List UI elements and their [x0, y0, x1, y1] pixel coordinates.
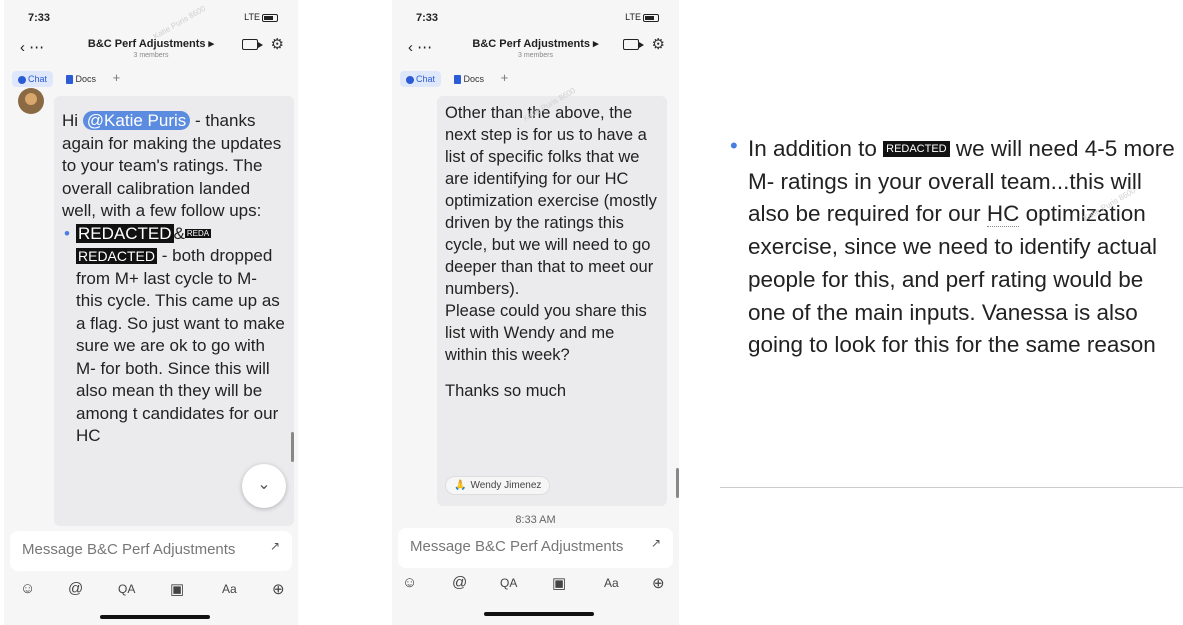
format-icon[interactable]: Aa — [222, 582, 237, 596]
list-item: • REDACTED & REDA REDACTED - both dropped … — [62, 223, 286, 448]
network-label: LTE — [244, 12, 260, 22]
hc-term: HC — [986, 201, 1020, 228]
home-indicator — [484, 612, 594, 616]
image-icon[interactable]: ▣ — [170, 580, 184, 598]
redacted-block: REDA — [184, 228, 212, 238]
add-icon[interactable]: ⊕ — [652, 574, 665, 592]
excerpt-text: In addition to REDACTED we will need 4-5… — [748, 133, 1178, 362]
chevron-down-icon: ⌄ — [257, 476, 271, 493]
docs-icon — [65, 75, 73, 85]
pray-emoji-icon: 🙏 — [454, 480, 467, 491]
network-status: LTE — [625, 12, 659, 22]
battery-icon — [262, 13, 278, 22]
member-count: 3 members — [133, 52, 169, 59]
bullet-text: - both dropped from M+ last cycle to M- … — [76, 246, 285, 445]
video-call-icon[interactable] — [242, 39, 263, 50]
avatar[interactable] — [18, 88, 44, 114]
redacted-block: REDACTED — [76, 223, 174, 243]
tab-chat[interactable]: Chat — [12, 71, 54, 87]
tab-docs[interactable]: Docs — [60, 71, 103, 87]
status-time: 7:33 — [416, 12, 439, 24]
message-timestamp: 8:33 AM — [515, 514, 556, 526]
gear-icon[interactable]: ⚙ — [652, 35, 665, 53]
emoji-icon[interactable]: ☺ — [402, 574, 417, 591]
message-thanks: Thanks so much — [445, 382, 567, 400]
tab-chat-label: Chat — [28, 74, 48, 84]
bullet-icon: • — [730, 133, 738, 158]
ampersand: & — [173, 223, 185, 243]
tab-chat-label: Chat — [416, 74, 436, 84]
scrollbar[interactable] — [291, 432, 294, 462]
composer-toolbar: ☺ @ QA ▣ Aa ⊕ — [392, 574, 679, 604]
message-input[interactable]: Message B&C Perf Adjustments ↗ — [10, 531, 292, 571]
greeting: Hi — [62, 111, 79, 130]
message-body: Other than the above, the next step is f… — [445, 104, 657, 298]
mention-icon[interactable]: @ — [68, 580, 83, 597]
tab-docs[interactable]: Docs — [448, 71, 491, 87]
home-indicator — [100, 615, 210, 619]
reaction-chip[interactable]: 🙏 Wendy Jimenez — [445, 476, 551, 495]
tab-bar: Chat Docs + — [12, 70, 128, 90]
add-tab-button[interactable]: + — [497, 70, 513, 85]
add-icon[interactable]: ⊕ — [272, 580, 285, 598]
message-request: Please could you share this list with We… — [445, 302, 647, 364]
docs-icon — [453, 75, 461, 85]
message-input[interactable]: Message B&C Perf Adjustments ↗ — [398, 528, 673, 568]
video-call-icon[interactable] — [623, 39, 644, 50]
composer-toolbar: ☺ @ QA ▣ Aa ⊕ — [4, 580, 298, 610]
tab-bar: Chat Docs + — [400, 70, 516, 90]
network-label: LTE — [625, 12, 641, 22]
mention-chip[interactable]: @Katie Puris — [82, 111, 191, 130]
chat-icon — [406, 75, 414, 84]
gear-icon[interactable]: ⚙ — [271, 35, 284, 53]
scrollbar[interactable] — [676, 468, 679, 498]
message-input-placeholder: Message B&C Perf Adjustments — [410, 538, 624, 555]
member-count: 3 members — [517, 52, 553, 59]
qa-icon[interactable]: QA — [118, 582, 135, 596]
message-excerpt: • In addition to REDACTED we will need 4… — [720, 0, 1183, 625]
message-bubble[interactable]: Hi @Katie Puris - thanks again for makin… — [54, 96, 294, 526]
message-bubble[interactable]: Other than the above, the next step is f… — [437, 96, 667, 506]
bullet-icon: • — [64, 223, 70, 243]
mention-icon[interactable]: @ — [452, 574, 467, 591]
status-bar: 7:33 LTE — [392, 0, 679, 30]
expand-icon[interactable]: ↗ — [651, 536, 661, 550]
expand-icon[interactable]: ↗ — [270, 539, 280, 553]
scroll-down-button[interactable]: ⌄ — [242, 464, 286, 508]
qa-icon[interactable]: QA — [500, 576, 517, 590]
tab-docs-label: Docs — [463, 74, 485, 84]
chat-icon — [18, 75, 26, 84]
message-input-placeholder: Message B&C Perf Adjustments — [22, 541, 236, 558]
chat-header: ‹ ⋯ B&C Perf Adjustments ▸ 3 members ⚙ — [392, 32, 679, 68]
tab-docs-label: Docs — [75, 74, 97, 84]
chat-header: ‹ ⋯ B&C Perf Adjustments ▸ 3 members ⚙ — [4, 32, 298, 68]
status-bar: 7:33 LTE — [4, 0, 298, 30]
reaction-user: Wendy Jimenez — [470, 480, 542, 491]
chat-screen-1: 7:33 LTE ‹ ⋯ B&C Perf Adjustments ▸ 3 me… — [4, 0, 298, 625]
network-status: LTE — [244, 12, 278, 22]
redacted-block: REDACTED — [76, 248, 158, 264]
emoji-icon[interactable]: ☺ — [20, 580, 35, 597]
battery-icon — [643, 13, 659, 22]
add-tab-button[interactable]: + — [109, 70, 125, 85]
tab-chat[interactable]: Chat — [400, 71, 442, 87]
image-icon[interactable]: ▣ — [552, 574, 566, 592]
message-text: Other than the above, the next step is f… — [445, 102, 660, 402]
divider — [720, 487, 1183, 488]
redacted-block: REDACTED — [883, 141, 950, 157]
excerpt-prefix: In addition to — [748, 136, 877, 161]
message-text: Hi @Katie Puris - thanks again for makin… — [62, 110, 286, 448]
status-time: 7:33 — [28, 12, 51, 24]
format-icon[interactable]: Aa — [604, 576, 619, 590]
excerpt-line1-rest: we will need — [955, 136, 1079, 161]
